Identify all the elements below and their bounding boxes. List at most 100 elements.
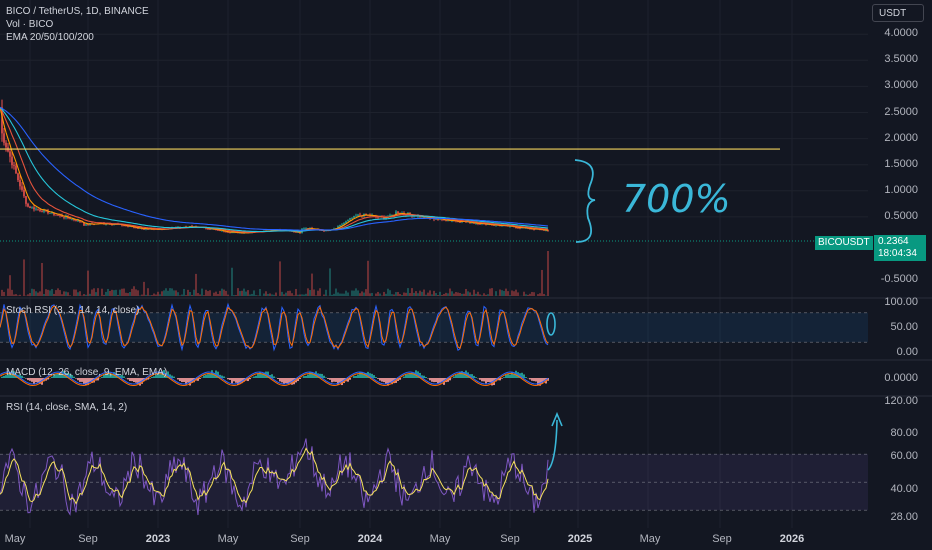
volume-bar (201, 288, 203, 296)
macd-histogram-bar (505, 374, 507, 378)
volume-bar (495, 291, 497, 296)
macd-histogram-bar (3, 375, 5, 378)
volume-legend[interactable]: Vol · BICO (6, 18, 149, 31)
candle-body (353, 215, 355, 218)
rsi-legend[interactable]: RSI (14, close, SMA, 14, 2) (6, 402, 127, 413)
symbol-title[interactable]: BICO / TetherUS, 1D, BINANCE (6, 5, 149, 18)
volume-bar (29, 293, 31, 296)
volume-bar (353, 290, 355, 296)
volume-bar (459, 293, 461, 296)
volume-bar (445, 292, 447, 296)
volume-bar (157, 291, 159, 296)
volume-bar (239, 291, 241, 296)
time-tick-label: 2026 (779, 533, 805, 545)
candle-body (71, 219, 73, 220)
volume-bar (47, 289, 49, 296)
pane-tick-label: 80.00 (890, 427, 918, 439)
volume-bar (341, 293, 343, 296)
volume-bar (307, 288, 309, 296)
volume-bar (41, 262, 43, 296)
volume-bar (469, 292, 471, 296)
candle-body (57, 214, 59, 216)
macd-histogram-bar (131, 378, 133, 382)
macd-histogram-bar (327, 378, 329, 379)
macd-histogram-bar (383, 378, 385, 383)
macd-histogram-bar (187, 378, 189, 383)
last-price-tag: 0.2364 18:04:34 (874, 235, 926, 261)
volume-bar (417, 293, 419, 296)
volume-bar (407, 288, 409, 296)
candle-body (23, 189, 25, 197)
volume-bar (499, 289, 501, 296)
ema-legend[interactable]: EMA 20/50/100/200 (6, 31, 149, 44)
candle-body (85, 224, 87, 226)
time-tick-label: 2025 (567, 533, 593, 545)
candle-body (11, 156, 13, 166)
macd-histogram-bar (331, 378, 333, 383)
macd-histogram-bar (409, 373, 411, 378)
volume-bar (129, 291, 131, 296)
price-tick-label: 2.5000 (884, 105, 918, 118)
macd-histogram-bar (277, 378, 279, 379)
volume-bar (57, 288, 59, 296)
macd-histogram-bar (77, 378, 79, 381)
macd-histogram-bar (525, 377, 527, 378)
macd-histogram-bar (429, 378, 431, 381)
macd-histogram-bar (523, 374, 525, 378)
macd-histogram-bar (37, 378, 39, 383)
volume-bar (27, 294, 29, 296)
volume-bar (209, 290, 211, 296)
volume-bar (269, 293, 271, 296)
volume-bar (237, 288, 239, 296)
volume-bar (23, 259, 25, 296)
candle-body (339, 225, 341, 227)
volume-bar (421, 291, 423, 296)
volume-bar (45, 289, 47, 296)
macd-legend[interactable]: MACD (12, 26, close, 9, EMA, EMA) (6, 367, 167, 378)
candle-body (357, 214, 359, 216)
volume-bar (365, 289, 367, 296)
macd-histogram-bar (205, 374, 207, 378)
volume-bar (267, 293, 269, 296)
macd-histogram-bar (29, 378, 31, 381)
time-tick-label: Sep (78, 533, 98, 545)
macd-histogram-bar (377, 378, 379, 379)
volume-bar (95, 292, 97, 296)
volume-bar (465, 288, 467, 296)
macd-histogram-bar (135, 378, 137, 383)
candle-body (31, 207, 33, 209)
macd-histogram-bar (481, 378, 483, 382)
volume-bar (473, 289, 475, 296)
volume-bar (197, 293, 199, 296)
volume-bar (79, 291, 81, 296)
macd-histogram-bar (283, 378, 285, 384)
volume-bar (523, 291, 525, 296)
volume-bar (447, 293, 449, 296)
volume-bar (31, 288, 33, 296)
volume-bar (77, 292, 79, 296)
volume-bar (225, 290, 227, 296)
volume-bar (1, 289, 3, 296)
candle-body (27, 203, 29, 207)
macd-histogram-bar (305, 375, 307, 378)
volume-bar (467, 291, 469, 296)
volume-bar (313, 289, 315, 296)
volume-bar (387, 288, 389, 296)
stoch-rsi-legend[interactable]: Stoch RSI (3, 3, 14, 14, close) (6, 305, 139, 316)
chart-canvas[interactable]: 700% (0, 0, 932, 550)
currency-button[interactable]: USDT (872, 4, 924, 22)
volume-bar (401, 294, 403, 296)
macd-histogram-bar (307, 374, 309, 378)
macd-histogram-bar (535, 378, 537, 382)
volume-bar (333, 293, 335, 296)
volume-bar (425, 294, 427, 296)
macd-histogram-bar (359, 371, 361, 378)
volume-bar (393, 294, 395, 296)
macd-histogram-bar (323, 375, 325, 378)
volume-bar (509, 295, 511, 296)
macd-histogram-bar (475, 377, 477, 378)
pane-tick-label: 50.00 (890, 321, 918, 333)
macd-histogram-bar (127, 378, 129, 380)
volume-bar (11, 289, 13, 296)
symbol-legend[interactable]: BICO / TetherUS, 1D, BINANCE Vol · BICO … (6, 5, 149, 44)
